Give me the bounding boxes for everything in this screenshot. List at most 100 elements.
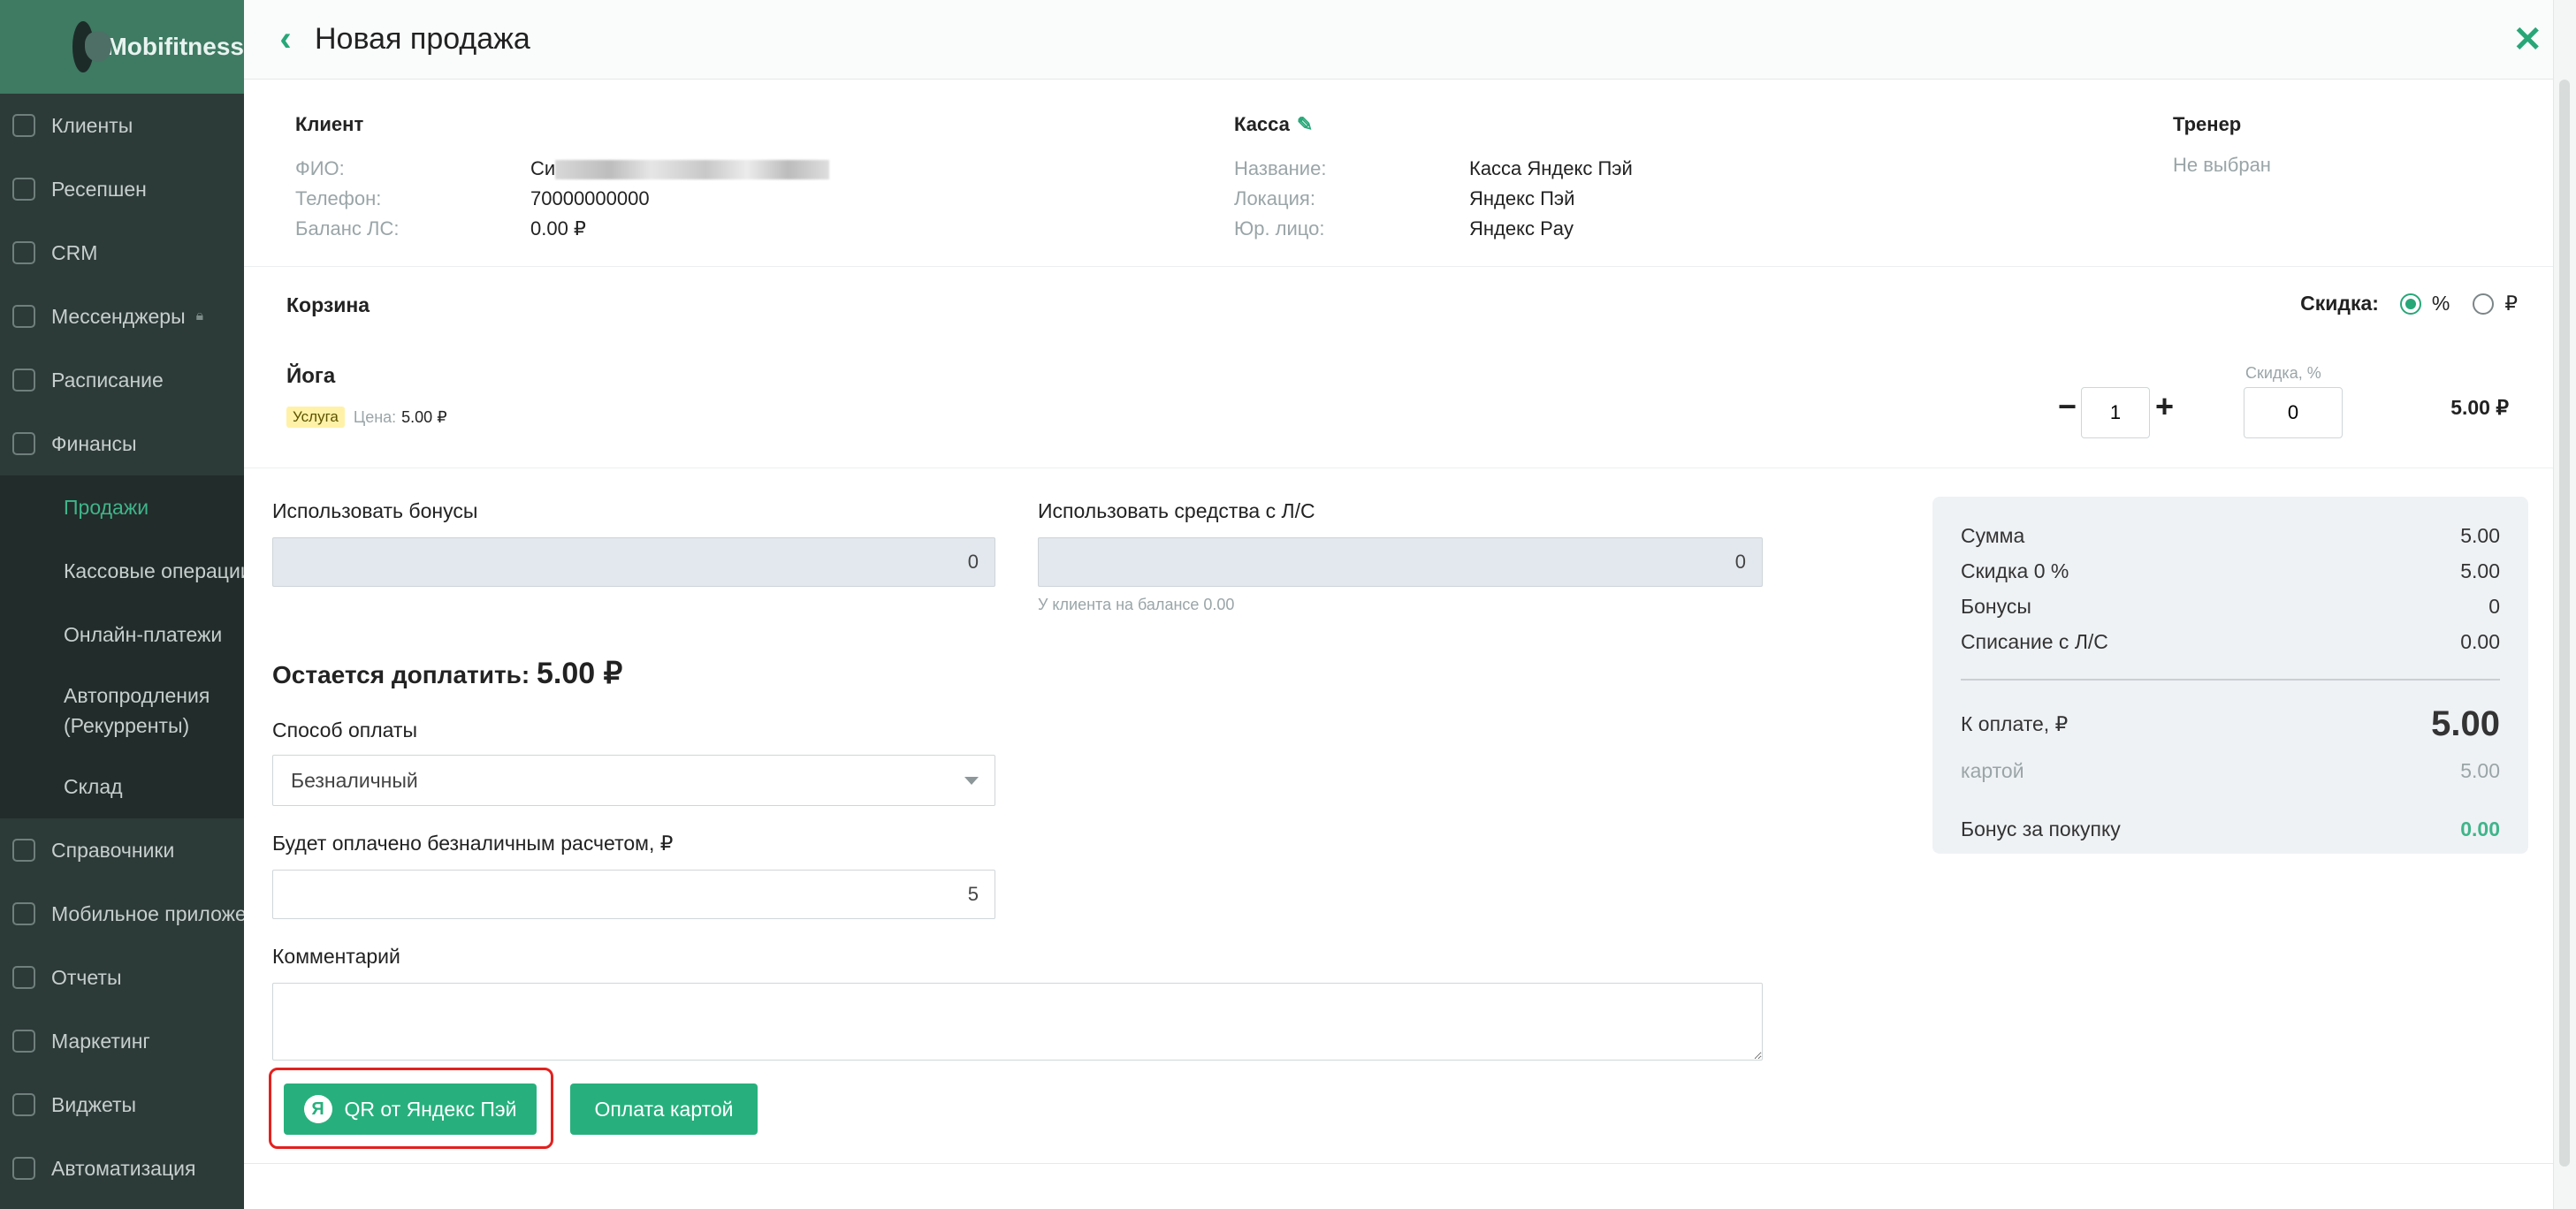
payment-summary: Сумма 5.00 Скидка 0 % 5.00 Бонусы 0 Спис…: [1932, 497, 2528, 854]
sidebar-item-online-payments[interactable]: Онлайн-платежи: [0, 603, 244, 666]
close-icon[interactable]: ✕: [2512, 19, 2542, 60]
sidebar-item-label: Отчеты: [51, 965, 122, 989]
cashless-amount-input[interactable]: [272, 870, 995, 919]
sidebar-item-label: Клиенты: [51, 113, 133, 137]
sidebar-item-finance[interactable]: Финансы: [0, 412, 244, 475]
sidebar-item-widgets[interactable]: Виджеты: [0, 1073, 244, 1137]
cart-section: Корзина Скидка: % ₽ Йога Услуга Цена: 5.…: [244, 267, 2553, 468]
sidebar-item-reception[interactable]: Ресепшен: [0, 157, 244, 221]
back-chevron-icon[interactable]: ‹: [271, 19, 301, 58]
comment-field[interactable]: [272, 983, 1763, 1061]
sidebar-item-reports[interactable]: Отчеты: [0, 946, 244, 1009]
sidebar-item-crm[interactable]: CRM: [0, 221, 244, 285]
summary-ls-label: Списание с Л/С: [1961, 629, 2108, 653]
bonus-input[interactable]: [272, 537, 995, 587]
sidebar-item-cash-operations[interactable]: Кассовые операции: [0, 539, 244, 603]
discount-percent-label: %: [2431, 292, 2450, 315]
discount-percent-radio[interactable]: [2399, 293, 2421, 315]
sidebar-item-warehouse[interactable]: Склад: [0, 755, 244, 818]
qty-input[interactable]: [2081, 387, 2150, 438]
sidebar-item-mobile-app[interactable]: Мобильное приложение: [0, 882, 244, 946]
phone-icon: [12, 902, 35, 925]
modal-header: ‹ Новая продажа ✕: [244, 0, 2576, 80]
chat-icon: [12, 305, 35, 328]
footer-divider: [244, 1163, 2553, 1164]
sidebar-item-messengers[interactable]: Мессенджеры 🔒︎: [0, 285, 244, 348]
scrollbar[interactable]: [2553, 0, 2576, 1209]
sidebar-item-clients[interactable]: Клиенты: [0, 94, 244, 157]
sidebar-item-schedule[interactable]: Расписание: [0, 348, 244, 412]
card-payment-label: Оплата картой: [594, 1097, 734, 1121]
kassa-legal-row: Юр. лицо: Яндекс Pay: [1234, 214, 1633, 244]
client-section: Клиент ФИО: Си Телефон: 70000000000 Бала…: [295, 113, 830, 244]
card-payment-button[interactable]: Оплата картой: [570, 1084, 758, 1135]
kassa-legal-value: Яндекс Pay: [1469, 217, 1574, 240]
sidebar-item-automation[interactable]: Автоматизация: [0, 1137, 244, 1200]
ls-label: Использовать средства с Л/С: [1038, 499, 1315, 522]
brand[interactable]: Mobifitness: [0, 0, 244, 94]
sidebar-item-label: Мобильное приложение: [51, 901, 244, 925]
service-badge: Услуга: [286, 407, 345, 428]
sidebar: Mobifitness Клиенты Ресепшен CRM Мессенд…: [0, 0, 244, 1209]
brand-name: Mobifitness: [106, 33, 244, 60]
client-balance-row: Баланс ЛС: 0.00 ₽: [295, 214, 829, 244]
item-discount-input[interactable]: [2244, 387, 2343, 438]
discount-type-switch: Скидка: % ₽: [2300, 292, 2518, 316]
yandex-pay-qr-button[interactable]: Я QR от Яндекс Пэй: [284, 1084, 537, 1135]
scrollbar-thumb[interactable]: [2559, 80, 2570, 1167]
sidebar-item-label: Кассовые операции: [64, 559, 244, 582]
sidebar-item-label: Ресепшен: [51, 177, 147, 201]
sidebar-item-label: Продажи: [64, 495, 149, 519]
kassa-name-row: Название: Касса Яндекс Пэй: [1234, 154, 1633, 184]
summary-divider: [1961, 679, 2500, 681]
sidebar-item-label: Маркетинг: [51, 1029, 150, 1053]
summary-card-value: 5.00: [2460, 758, 2500, 782]
sidebar-item-recurring[interactable]: Автопродления (Рекурренты): [0, 666, 244, 755]
remaining-to-pay: Остается доплатить: 5.00 ₽: [272, 656, 622, 691]
summary-discount-label: Скидка 0 %: [1961, 559, 2069, 582]
fio-label: ФИО:: [295, 157, 345, 179]
new-sale-modal: ‹ Новая продажа ✕ Клиент ФИО: Си Телефон…: [244, 0, 2576, 1209]
trainer-heading: Тренер: [2173, 113, 2242, 135]
balance-value: 0.00 ₽: [530, 217, 586, 240]
qty-decrement-button[interactable]: −: [2058, 391, 2077, 422]
trainer-section: Тренер Не выбран: [2173, 113, 2271, 177]
summary-ls-value: 0.00: [2460, 629, 2500, 653]
kassa-section: Касса ✎ Название: Касса Яндекс Пэй Локаци…: [1234, 113, 1633, 244]
pencil-icon[interactable]: ✎: [1297, 113, 1313, 136]
qty-increment-button[interactable]: +: [2155, 391, 2174, 422]
summary-bonuses-label: Бонусы: [1961, 594, 2031, 618]
page-title: Новая продажа: [315, 22, 530, 56]
sale-info: Клиент ФИО: Си Телефон: 70000000000 Бала…: [244, 80, 2553, 267]
summary-sum-value: 5.00: [2460, 523, 2500, 547]
kassa-location-value: Яндекс Пэй: [1469, 187, 1575, 209]
sidebar-item-marketing[interactable]: Маркетинг: [0, 1009, 244, 1073]
kassa-location-label: Локация:: [1234, 187, 1315, 209]
payment-method-select[interactable]: Безналичный: [272, 755, 995, 806]
kassa-name-label: Название:: [1234, 157, 1327, 179]
comment-label: Комментарий: [272, 945, 400, 968]
cart-title: Корзина: [286, 293, 370, 316]
kassa-heading-row: Касса ✎: [1234, 113, 1633, 136]
summary-ls-row: Списание с Л/С 0.00: [1961, 624, 2500, 659]
sidebar-item-sales[interactable]: Продажи: [0, 475, 244, 539]
finance-submenu: Продажи Кассовые операции Онлайн-платежи…: [0, 475, 244, 818]
discount-rub-label: ₽: [2504, 292, 2518, 315]
sidebar-item-label: Мессенджеры: [51, 304, 186, 328]
summary-to-pay-label: К оплате, ₽: [1961, 711, 2069, 735]
sidebar-item-label: Финансы: [51, 431, 137, 455]
sidebar-item-label: Онлайн-платежи: [64, 622, 223, 646]
ls-input[interactable]: [1038, 537, 1763, 587]
cart-icon: [12, 432, 35, 455]
list-icon: [12, 241, 35, 264]
sidebar-item-directories[interactable]: Справочники: [0, 818, 244, 882]
kassa-location-row: Локация: Яндекс Пэй: [1234, 184, 1633, 214]
home-icon: [12, 839, 35, 862]
price-value: 5.00 ₽: [401, 407, 447, 426]
trainer-value[interactable]: Не выбран: [2173, 154, 2271, 177]
summary-sum-row: Сумма 5.00: [1961, 518, 2500, 553]
sidebar-item-label: Склад: [64, 774, 123, 798]
report-icon: [12, 966, 35, 989]
discount-rub-radio[interactable]: [2473, 293, 2495, 315]
client-phone-row: Телефон: 70000000000: [295, 184, 829, 214]
